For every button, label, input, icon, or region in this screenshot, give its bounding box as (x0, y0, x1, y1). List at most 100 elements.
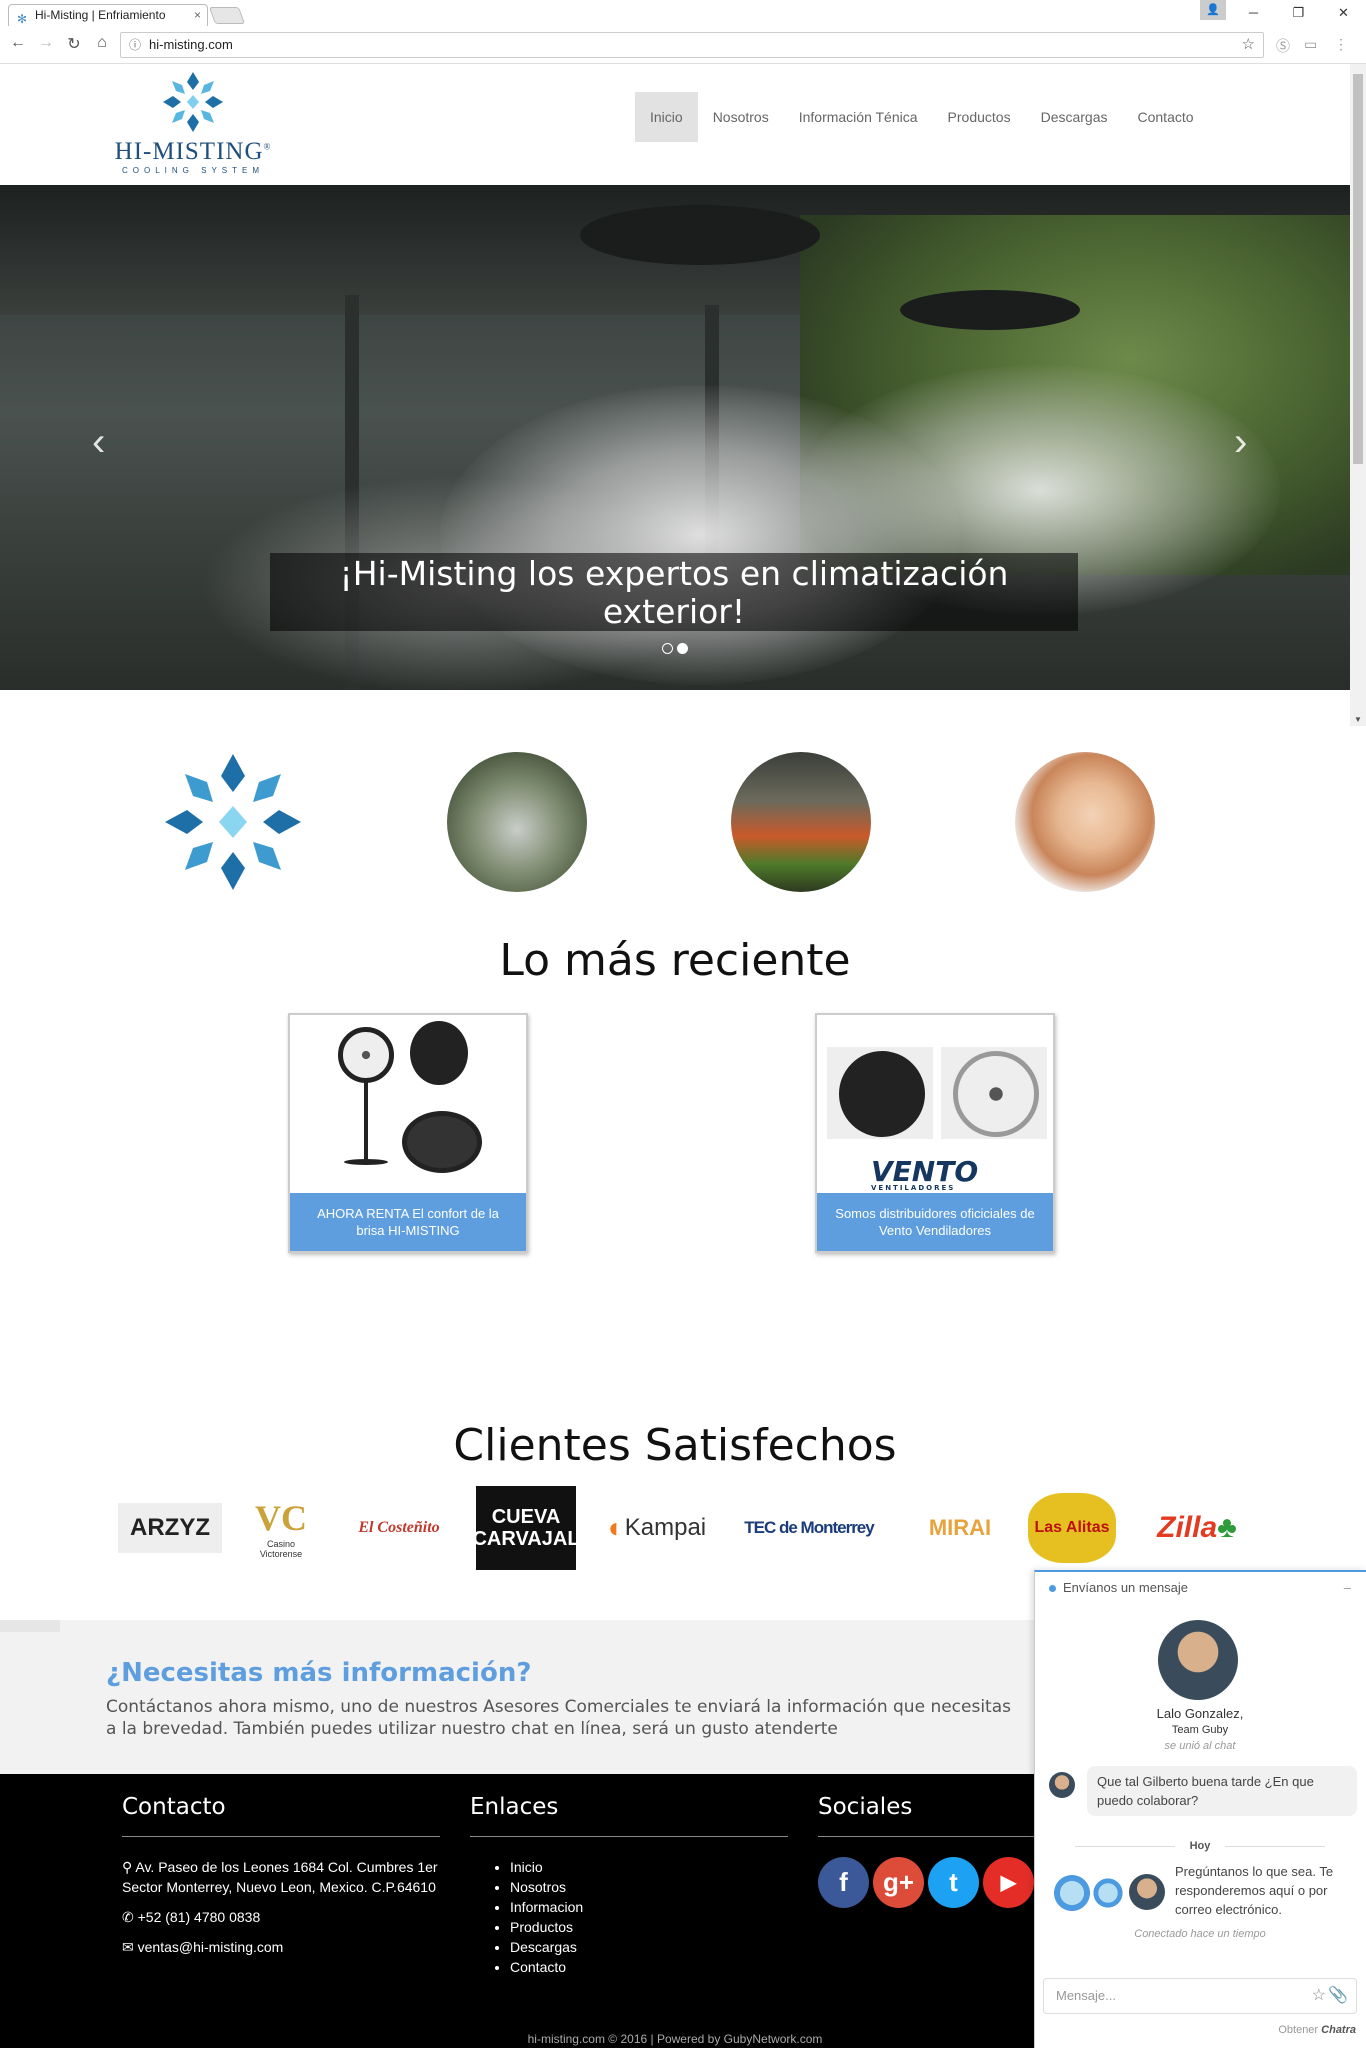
feature-snowflake-image[interactable] (163, 752, 303, 892)
footer-links: Inicio Nosotros Informacion Productos De… (470, 1857, 788, 1977)
recent-post-card[interactable]: VENTO VENTILADORES Somos distribuidores … (815, 1013, 1055, 1253)
client-logo-zilla: Zilla ♣ (1157, 1511, 1237, 1544)
footer-link-descargas[interactable]: Descargas (510, 1937, 788, 1957)
post-image-vento: VENTO VENTILADORES (817, 1015, 1053, 1193)
chat-powered-by[interactable]: Obtener Chatra (1278, 2024, 1356, 2036)
slider-prev-icon[interactable]: ‹ (92, 420, 105, 465)
feature-misting-photo[interactable] (447, 752, 587, 892)
tab-close-icon[interactable]: × (194, 5, 201, 25)
fan-graphic (338, 1027, 394, 1083)
map-marker-icon: ⚲ (122, 1859, 136, 1875)
attach-file-icon[interactable]: 📎 (1328, 1979, 1348, 2013)
nav-informacion-tecnica[interactable]: Información Ténica (784, 92, 933, 142)
hero-image-ceiling-fan (580, 205, 820, 265)
footer-contacto: Contacto ⚲ Av. Paseo de los Leones 1684 … (122, 1794, 440, 1967)
site-header: HI-MISTING® COOLING SYSTEM Inicio Nosotr… (0, 64, 1350, 184)
profile-icon[interactable]: 👤 (1200, 0, 1226, 20)
client-logo-las-alitas: Las Alitas (1028, 1493, 1116, 1563)
envelope-icon: ✉ (122, 1939, 138, 1955)
agent-joined-status: se unió al chat (1164, 1740, 1236, 1752)
footer-link-nosotros[interactable]: Nosotros (510, 1877, 788, 1897)
address-url: hi-misting.com (149, 37, 233, 52)
chat-message: Que tal Gilberto buena tarde ¿En que pue… (1087, 1766, 1357, 1816)
agent-name: Lalo Gonzalez, (1156, 1706, 1244, 1721)
phone-icon: ✆ (122, 1909, 138, 1925)
team-logo-icon (1091, 1876, 1125, 1910)
extension-skype-icon[interactable]: Ⓢ (1276, 36, 1290, 56)
footer-link-informacion[interactable]: Informacion (510, 1897, 788, 1917)
footer-link-productos[interactable]: Productos (510, 1917, 788, 1937)
youtube-icon[interactable]: ▶ (983, 1857, 1034, 1908)
scrollbar-thumb[interactable] (1353, 74, 1363, 464)
chat-minimize-button[interactable]: – (1344, 1572, 1351, 1604)
nav-productos[interactable]: Productos (933, 92, 1026, 142)
main-navigation: Inicio Nosotros Información Ténica Produ… (635, 92, 1209, 142)
post-caption[interactable]: Somos distribuidores oficiciales de Vent… (817, 1193, 1053, 1251)
slider-indicators (662, 643, 688, 654)
star-rating-icon[interactable]: ☆ (1312, 1979, 1326, 2013)
nav-inicio[interactable]: Inicio (635, 92, 698, 142)
scroll-down-arrow-icon[interactable]: ▼ (1354, 715, 1362, 724)
footer-phone[interactable]: ✆ +52 (81) 4780 0838 (122, 1907, 440, 1927)
nav-contacto[interactable]: Contacto (1123, 92, 1209, 142)
footer-link-contacto[interactable]: Contacto (510, 1957, 788, 1977)
logo-tagline: COOLING SYSTEM (121, 166, 264, 175)
home-icon[interactable]: ⌂ (90, 34, 114, 52)
google-plus-icon[interactable]: g+ (873, 1857, 924, 1908)
chat-connection-status: Conectado hace un tiempo (1134, 1928, 1266, 1940)
footer-email[interactable]: ✉ ventas@hi-misting.com (122, 1937, 440, 1957)
hero-slider[interactable]: ‹ › ¡Hi-Misting los expertos en climatiz… (0, 185, 1350, 690)
reload-icon[interactable]: ↻ (62, 34, 86, 54)
chat-widget[interactable]: Envíanos un mensaje – Lalo Gonzalez, Tea… (1034, 1570, 1366, 2048)
chat-message-input[interactable]: Mensaje... ☆ 📎 (1043, 1978, 1357, 2014)
hero-caption: ¡Hi-Misting los expertos en climatizació… (270, 553, 1078, 631)
chat-day-divider: Hoy (1035, 1840, 1365, 1852)
nav-nosotros[interactable]: Nosotros (698, 92, 784, 142)
agent-avatar (1158, 1620, 1238, 1700)
post-image-fans (290, 1015, 526, 1193)
tab-title: Hi-Misting | Enfriamiento (35, 8, 166, 22)
twitter-icon[interactable]: t (928, 1857, 979, 1908)
nav-descargas[interactable]: Descargas (1026, 92, 1123, 142)
site-favicon-icon: ✻ (17, 12, 28, 26)
recent-post-card[interactable]: AHORA RENTA El confort de la brisa HI-MI… (288, 1013, 528, 1253)
address-bar[interactable]: ⓘ hi-misting.com ☆ (120, 32, 1264, 58)
slider-dot-1[interactable] (662, 643, 673, 654)
browser-menu-icon[interactable]: ⋮ (1334, 36, 1348, 53)
footer-enlaces: Enlaces Inicio Nosotros Informacion Prod… (470, 1794, 788, 1977)
browser-tab-bar: ✻ Hi-Misting | Enfriamiento × 👤 ─ ❐ ✕ (0, 0, 1366, 26)
chat-input-placeholder: Mensaje... (1056, 1988, 1116, 2003)
window-minimize-button[interactable]: ─ (1231, 0, 1276, 26)
feature-support-agent-photo[interactable] (1015, 752, 1155, 892)
window-restore-button[interactable]: ❐ (1276, 0, 1321, 26)
online-status-dot (1049, 1585, 1056, 1592)
vento-logo-subtext: VENTILADORES (871, 1184, 956, 1192)
window-close-button[interactable]: ✕ (1321, 0, 1366, 26)
extension-drive-icon[interactable]: ▭ (1304, 36, 1317, 53)
slider-next-icon[interactable]: › (1234, 420, 1247, 465)
client-logo-cueva-carvajal: CUEVA CARVAJAL (472, 1486, 580, 1570)
site-info-icon[interactable]: ⓘ (129, 33, 141, 57)
page-scrollbar[interactable]: ▼ (1350, 64, 1366, 726)
client-logo-casino-victorense: VC Casino Victorense (255, 1498, 307, 1559)
more-info-text: Contáctanos ahora mismo, uno de nuestros… (106, 1697, 1012, 1739)
bookmark-star-icon[interactable]: ☆ (1242, 33, 1255, 57)
fan-graphic (410, 1021, 468, 1085)
forward-icon[interactable]: → (34, 34, 58, 52)
browser-tab[interactable]: ✻ Hi-Misting | Enfriamiento × (8, 4, 208, 26)
back-icon[interactable]: ← (6, 34, 30, 52)
agent-team: Team Guby (1171, 1724, 1229, 1736)
feature-vegetables-photo[interactable] (731, 752, 871, 892)
facebook-icon[interactable]: f (818, 1857, 869, 1908)
team-logo-icon (1051, 1872, 1093, 1914)
site-logo[interactable]: HI-MISTING® COOLING SYSTEM (108, 70, 278, 178)
chat-header[interactable]: Envíanos un mensaje – (1035, 1572, 1365, 1604)
browser-toolbar: ← → ↻ ⌂ ⓘ hi-misting.com ☆ Ⓢ ▭ ⋮ (0, 26, 1366, 64)
recent-section-title: Lo más reciente (499, 935, 851, 986)
chat-intro-text: Pregúntanos lo que sea. Te responderemos… (1175, 1864, 1334, 1917)
footer-link-inicio[interactable]: Inicio (510, 1857, 788, 1877)
slider-dot-2[interactable] (677, 643, 688, 654)
post-caption[interactable]: AHORA RENTA El confort de la brisa HI-MI… (290, 1193, 526, 1251)
footer-address: ⚲ Av. Paseo de los Leones 1684 Col. Cumb… (122, 1859, 438, 1895)
new-tab-button[interactable] (208, 7, 246, 24)
